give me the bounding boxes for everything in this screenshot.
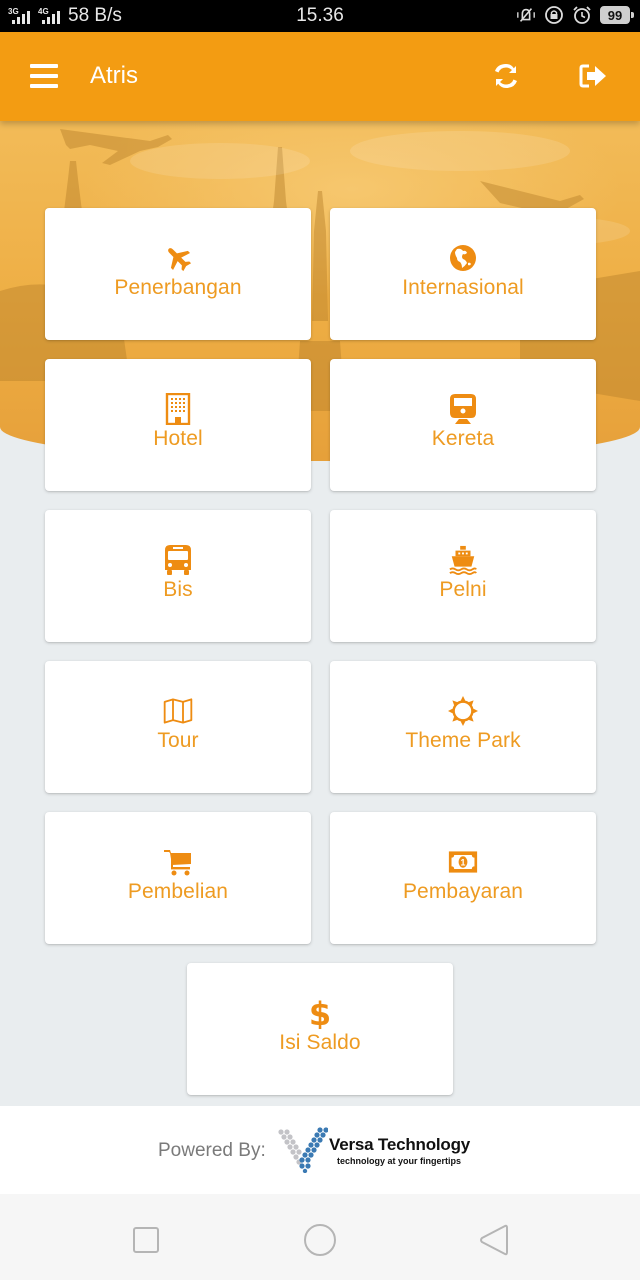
hamburger-menu-icon[interactable] <box>30 64 58 88</box>
money-bill-icon: 1 <box>448 847 478 877</box>
home-button[interactable] <box>302 1222 338 1258</box>
refresh-button[interactable] <box>490 60 522 92</box>
status-right: 99 <box>516 5 634 25</box>
menu-item-label: Pembayaran <box>402 879 524 903</box>
map-icon <box>163 696 193 726</box>
sign-out-icon <box>579 64 606 88</box>
refresh-icon <box>495 64 517 88</box>
menu-item-label: Pembelian <box>127 879 229 903</box>
bus-icon <box>163 544 193 575</box>
menu-item-tour[interactable]: Tour <box>45 661 311 793</box>
menu-item-internasional[interactable]: Internasional <box>330 208 596 340</box>
menu-item-label: Hotel <box>153 426 203 450</box>
back-triangle-icon <box>480 1224 508 1256</box>
menu-item-pembelian[interactable]: Pembelian <box>45 812 311 944</box>
svg-text:1: 1 <box>461 857 466 867</box>
train-icon <box>448 393 478 424</box>
logout-button[interactable] <box>578 62 610 90</box>
menu-item-hotel[interactable]: Hotel <box>45 359 311 491</box>
system-nav-bar <box>0 1194 640 1280</box>
vibrate-silent-icon <box>516 5 536 25</box>
recent-apps-button[interactable] <box>128 1222 164 1258</box>
footer: Powered By: Versa Technology technology … <box>0 1106 640 1194</box>
menu-item-label: Internasional <box>402 275 524 299</box>
menu-item-theme-park[interactable]: Theme Park <box>330 661 596 793</box>
menu-item-penerbangan[interactable]: Penerbangan <box>45 208 311 340</box>
menu-item-label: Bis <box>163 577 193 601</box>
ship-icon <box>448 545 478 575</box>
menu-item-label: Theme Park <box>405 728 521 752</box>
app-bar: Atris <box>0 32 640 121</box>
menu-item-label: Tour <box>157 728 199 752</box>
rotation-lock-icon <box>544 5 564 25</box>
menu-item-pembayaran[interactable]: 1 Pembayaran <box>330 812 596 944</box>
svg-text:$: $ <box>309 997 331 1029</box>
versa-v-mark-icon <box>278 1127 329 1174</box>
powered-by-label: Powered By: <box>158 1140 266 1161</box>
circle-icon <box>304 1224 336 1256</box>
building-icon <box>163 392 193 425</box>
menu-item-isi-saldo[interactable]: $ Isi Saldo <box>187 963 453 1095</box>
versa-technology-logo: Versa Technology technology at your fing… <box>276 1127 481 1177</box>
app-title: Atris <box>90 62 138 89</box>
dollar-icon: $ <box>305 997 335 1029</box>
menu-item-label: Pelni <box>439 577 487 601</box>
menu-item-bis[interactable]: Bis <box>45 510 311 642</box>
globe-icon <box>448 243 478 273</box>
brand-name: Versa Technology <box>329 1135 471 1154</box>
battery-indicator: 99 <box>600 6 634 24</box>
alarm-icon <box>572 5 592 25</box>
shopping-cart-icon <box>163 847 193 877</box>
status-bar: 3G 4G 58 B/s 15.36 99 <box>0 0 640 32</box>
sun-icon <box>448 695 478 726</box>
menu-item-label: Isi Saldo <box>279 1030 361 1054</box>
menu-item-label: Penerbangan <box>114 275 242 299</box>
menu-item-kereta[interactable]: Kereta <box>330 359 596 491</box>
brand-tagline: technology at your fingertips <box>337 1156 462 1166</box>
menu-item-pelni[interactable]: Pelni <box>330 510 596 642</box>
square-icon <box>133 1227 159 1253</box>
menu-item-label: Kereta <box>431 426 495 450</box>
plane-icon <box>163 243 193 273</box>
back-button[interactable] <box>476 1222 512 1258</box>
